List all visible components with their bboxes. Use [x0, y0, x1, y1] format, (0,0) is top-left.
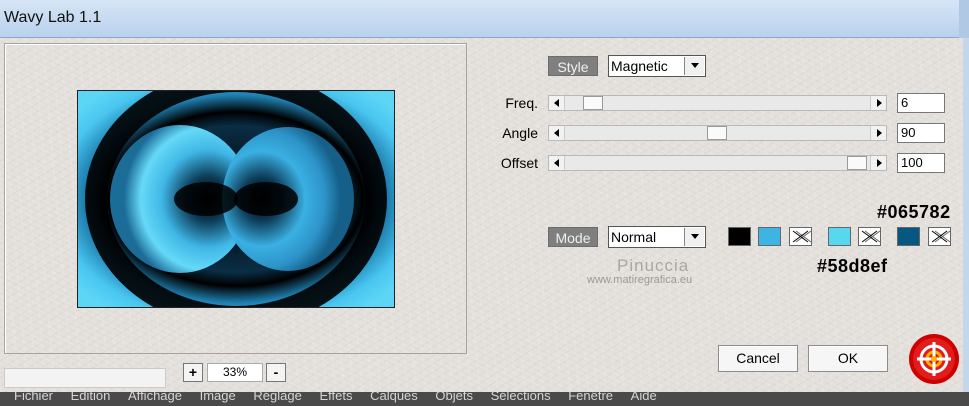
- transparency-icon: [792, 230, 812, 243]
- zoom-out-button[interactable]: -: [266, 363, 286, 382]
- menu-item[interactable]: Aide: [631, 392, 657, 403]
- color-swatch-3[interactable]: [828, 227, 851, 246]
- window-edge: [959, 0, 969, 38]
- menu-item[interactable]: Fichier: [14, 392, 53, 403]
- mode-select[interactable]: Normal: [608, 226, 706, 248]
- chevron-down-icon[interactable]: [684, 228, 704, 246]
- annotation-hex-bottom: #58d8ef: [817, 256, 888, 276]
- transparent-swatch-1[interactable]: [789, 227, 812, 246]
- plugin-logo-icon[interactable]: [908, 333, 960, 385]
- freq-label: Freq.: [505, 95, 538, 111]
- chevron-down-icon[interactable]: [684, 57, 704, 75]
- menu-item[interactable]: Calques: [370, 392, 418, 403]
- color-swatch-1[interactable]: [728, 227, 751, 246]
- menu-item[interactable]: Affichage: [128, 392, 182, 403]
- offset-input[interactable]: 100: [897, 153, 945, 173]
- zoom-level: 33%: [207, 363, 263, 382]
- transparency-icon: [861, 230, 881, 243]
- logo-graphic: [909, 334, 959, 384]
- offset-label: Offset: [500, 155, 538, 171]
- freq-slider[interactable]: [548, 95, 887, 111]
- menu-item[interactable]: Édition: [71, 392, 111, 403]
- color-swatch-4[interactable]: [897, 227, 920, 246]
- arrow-left-icon[interactable]: [549, 96, 565, 110]
- angle-slider[interactable]: [548, 125, 887, 141]
- offset-slider[interactable]: [548, 155, 887, 171]
- watermark-url: www.matiregrafica.eu: [587, 274, 693, 286]
- angle-label: Angle: [502, 125, 538, 141]
- watermark-name: Pinuccia: [617, 256, 690, 275]
- color-swatch-2[interactable]: [758, 227, 781, 246]
- cancel-button[interactable]: Cancel: [718, 345, 798, 372]
- arrow-left-icon[interactable]: [549, 126, 565, 140]
- menu-item[interactable]: Objets: [435, 392, 473, 403]
- title-bar: Wavy Lab 1.1: [0, 0, 969, 38]
- freq-slider-thumb[interactable]: [583, 96, 603, 110]
- annotation-hex-top: #065782: [877, 202, 951, 222]
- arrow-right-icon[interactable]: [870, 126, 886, 140]
- menu-item[interactable]: Réglage: [253, 392, 301, 403]
- arrow-left-icon[interactable]: [549, 156, 565, 170]
- menu-item[interactable]: Fenêtre: [568, 392, 613, 403]
- transparency-icon: [931, 230, 951, 243]
- menu-item[interactable]: Image: [200, 392, 236, 403]
- preview-scroll-field: [4, 368, 166, 388]
- zoom-in-button[interactable]: +: [183, 363, 203, 382]
- arrow-right-icon[interactable]: [870, 96, 886, 110]
- arrow-right-icon[interactable]: [870, 156, 886, 170]
- mode-label: Mode: [548, 227, 598, 247]
- menu-item[interactable]: Effets: [319, 392, 352, 403]
- transparent-swatch-2[interactable]: [858, 227, 881, 246]
- style-select-value: Magnetic: [611, 58, 668, 74]
- menu-item[interactable]: Sélections: [491, 392, 551, 403]
- window-right-border: [963, 38, 969, 392]
- style-label: Style: [548, 56, 598, 76]
- ok-button[interactable]: OK: [808, 345, 888, 372]
- offset-slider-thumb[interactable]: [847, 156, 867, 170]
- window-title: Wavy Lab 1.1: [4, 9, 102, 26]
- mode-select-value: Normal: [611, 229, 657, 245]
- angle-input[interactable]: 90: [897, 123, 945, 143]
- freq-input[interactable]: 6: [897, 93, 945, 113]
- style-select[interactable]: Magnetic: [608, 55, 706, 77]
- magnetic-wave-preview: [78, 91, 394, 307]
- transparent-swatch-3[interactable]: [928, 227, 951, 246]
- preview-image: [77, 90, 395, 308]
- menu-bar: Fichier Édition Affichage Image Réglage …: [0, 392, 969, 406]
- angle-slider-thumb[interactable]: [707, 126, 727, 140]
